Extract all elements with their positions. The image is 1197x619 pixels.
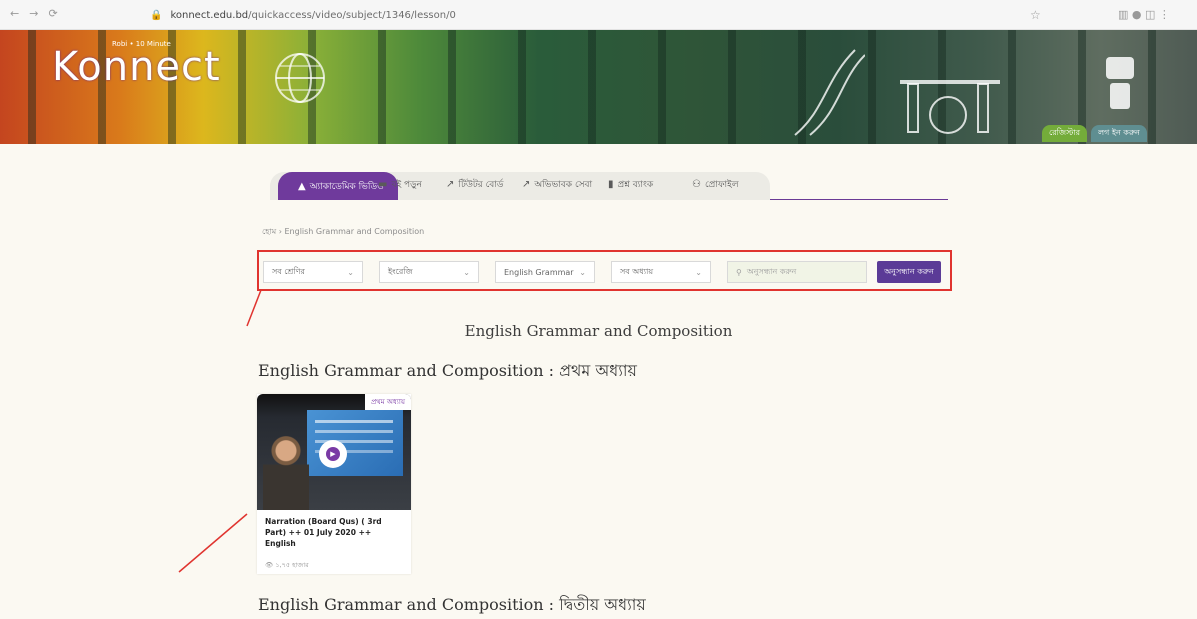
address-bar[interactable]: 🔒 konnect.edu.bd /quickaccess/video/subj… <box>150 5 1030 25</box>
book-icon: ▮ <box>608 179 614 190</box>
reload-icon[interactable]: ⟳ <box>48 7 57 20</box>
header-banner: Robi • 10 Minute Konnect রেজিস্টার লগ ইন… <box>0 30 1197 144</box>
browser-nav-buttons: ← → ⟳ <box>10 7 58 20</box>
page-title: English Grammar and Composition <box>464 322 733 340</box>
chevron-down-icon: ⌄ <box>695 267 702 277</box>
register-button[interactable]: রেজিস্টার <box>1042 125 1088 142</box>
lock-icon: 🔒 <box>150 9 163 21</box>
class-select-value: সব শ্রেণির <box>272 266 305 276</box>
play-button[interactable]: ▶ <box>319 440 347 468</box>
filter-bar: সব শ্রেণির ⌄ ইংরেজি ⌄ English Grammar ⌄ … <box>257 250 952 291</box>
tab-label: প্রশ্ন ব্যাংক <box>617 180 654 190</box>
url-path: /quickaccess/video/subject/1346/lesson/0 <box>248 9 456 21</box>
search-button[interactable]: অনুসন্ধান করুন <box>877 261 941 283</box>
whiteboard-image <box>307 410 403 476</box>
user-icon: ⚇ <box>692 179 701 190</box>
tab-label: টিউটর বোর্ড <box>458 180 504 190</box>
book-icon: ▲ <box>298 180 306 192</box>
search-icon: ⚲ <box>736 267 742 277</box>
teacher-image <box>263 434 309 510</box>
search-input[interactable]: ⚲ অনুসন্ধান করুন <box>727 261 867 283</box>
globe-icon <box>275 53 325 103</box>
bookmark-star-icon[interactable]: ☆ <box>1030 8 1041 22</box>
lab-flask-icon <box>900 80 1000 134</box>
play-icon: ▶ <box>326 447 340 461</box>
tab-label: বই পড়ুন <box>391 180 422 190</box>
dna-icon <box>794 49 865 136</box>
login-button[interactable]: লগ ইন করুন <box>1091 125 1147 142</box>
konnect-logo[interactable]: Konnect <box>52 44 221 90</box>
auth-buttons: রেজিস্টার লগ ইন করুন <box>1042 125 1147 142</box>
section-heading-chapter-1: English Grammar and Composition : প্রথম … <box>258 361 637 380</box>
tab-label: প্রোফাইল <box>704 180 739 190</box>
chapter-select[interactable]: সব অধ্যায় ⌄ <box>611 261 711 283</box>
forward-icon[interactable]: → <box>29 7 38 20</box>
search-placeholder: অনুসন্ধান করুন <box>746 266 797 276</box>
url-domain: konnect.edu.bd <box>170 9 249 21</box>
book-icon: ▬ <box>378 179 388 190</box>
book-select-value: English Grammar <box>504 267 574 277</box>
chevron-down-icon: ⌄ <box>463 267 470 277</box>
extensions-icons[interactable]: ▥ ● ◫ ⋮ <box>1118 8 1170 21</box>
book-select[interactable]: English Grammar ⌄ <box>495 261 595 283</box>
browser-toolbar: ← → ⟳ 🔒 konnect.edu.bd /quickaccess/vide… <box>0 0 1197 30</box>
subject-select[interactable]: ইংরেজি ⌄ <box>379 261 479 283</box>
video-title[interactable]: Narration (Board Qus) ( 3rd Part) ++ 01 … <box>265 516 403 549</box>
tab-profile[interactable]: ⚇ প্রোফাইল <box>692 177 739 192</box>
tab-question-bank[interactable]: ▮ প্রশ্ন ব্যাংক <box>608 177 653 192</box>
tab-tutor-board[interactable]: ↗ টিউটর বোর্ড <box>446 177 504 192</box>
chart-icon: ↗ <box>446 179 455 190</box>
tab-label: অভিভাবক সেবা <box>534 180 593 190</box>
chart-icon: ↗ <box>522 179 531 190</box>
chevron-down-icon: ⌄ <box>347 267 354 277</box>
tab-read-books[interactable]: ▬ বই পড়ুন <box>378 177 422 192</box>
robot-icon <box>1106 57 1134 109</box>
class-select[interactable]: সব শ্রেণির ⌄ <box>263 261 363 283</box>
video-views: 👁 ১,৭৫ হাজার <box>265 561 309 569</box>
section-heading-chapter-2: English Grammar and Composition : দ্বিতী… <box>258 595 646 614</box>
back-icon[interactable]: ← <box>10 7 19 20</box>
main-tabs: ▲ অ্যাকাডেমিক ভিডিও ▬ বই পড়ুন ↗ টিউটর ব… <box>270 172 948 200</box>
subject-select-value: ইংরেজি <box>388 266 413 276</box>
video-card[interactable]: প্রথম অধ্যায় ▶ Narration (Board Qus) ( … <box>257 394 411 574</box>
tab-label: অ্যাকাডেমিক ভিডিও <box>309 181 384 192</box>
video-thumbnail[interactable]: প্রথম অধ্যায় ▶ <box>257 394 411 510</box>
breadcrumb[interactable]: হোম › English Grammar and Composition <box>262 226 424 239</box>
chapter-select-value: সব অধ্যায় <box>620 266 654 276</box>
chapter-badge: প্রথম অধ্যায় <box>364 394 411 410</box>
annotation-arrow-card <box>178 513 248 573</box>
tab-parent-service[interactable]: ↗ অভিভাবক সেবা <box>522 177 592 192</box>
chevron-down-icon: ⌄ <box>579 267 586 277</box>
